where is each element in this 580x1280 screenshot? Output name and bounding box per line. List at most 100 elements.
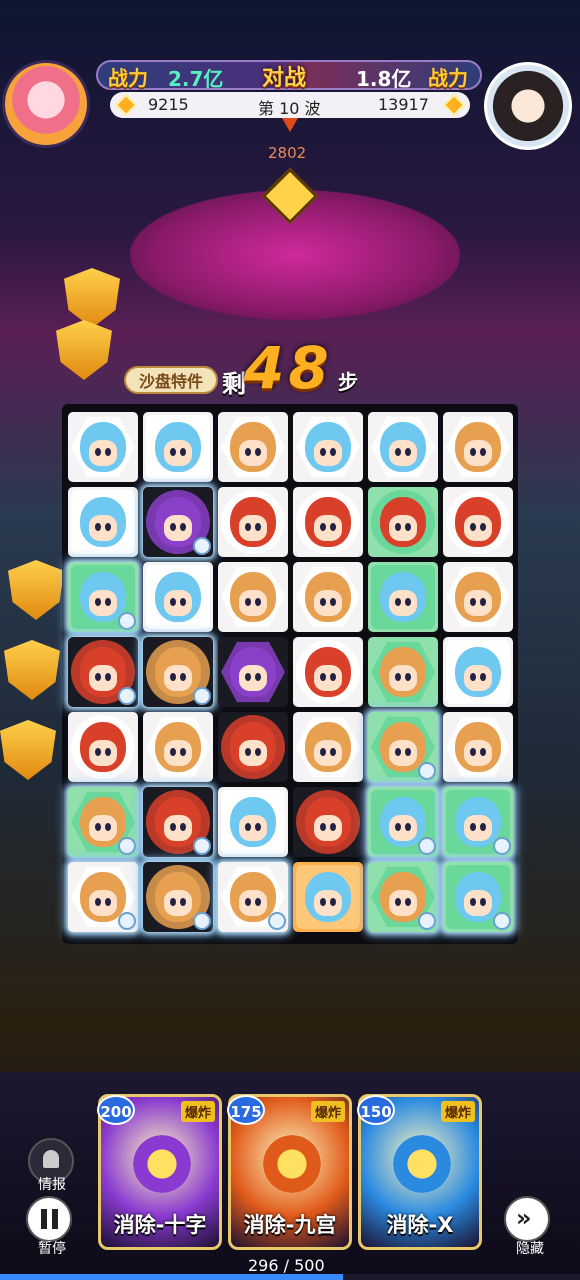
lightning-bomb-icon [193, 687, 211, 705]
monkey-icon [455, 422, 501, 472]
board-tile[interactable] [293, 862, 363, 932]
hide-button[interactable]: » [504, 1196, 550, 1242]
monkey-icon [305, 722, 351, 772]
board-tile[interactable] [443, 712, 513, 782]
board-tile[interactable] [443, 862, 513, 932]
lightning-bomb-icon [193, 537, 211, 555]
board-tile[interactable] [368, 487, 438, 557]
board-tile[interactable] [443, 787, 513, 857]
red-boy-icon [305, 497, 351, 547]
board-tile[interactable] [68, 787, 138, 857]
enemy-power-value: 1.8亿 [356, 67, 412, 91]
board-tile[interactable] [218, 787, 288, 857]
board-tile[interactable] [68, 487, 138, 557]
board-tile[interactable] [368, 862, 438, 932]
board-tile[interactable] [218, 862, 288, 932]
energy-progress-text: 296 / 500 [248, 1256, 325, 1275]
skill-card[interactable]: 150 爆炸消除-X [357, 1094, 482, 1250]
board-tile[interactable] [218, 712, 288, 782]
board-tile[interactable] [68, 862, 138, 932]
board-tile[interactable] [443, 637, 513, 707]
vs-label: 对战 [262, 66, 307, 91]
skill-tag: 爆炸 [310, 1101, 345, 1122]
board-tile[interactable] [143, 787, 213, 857]
skill-label: 消除-X [386, 1213, 454, 1237]
lightning-bomb-icon [418, 912, 436, 930]
lightning-bomb-icon [268, 912, 286, 930]
red-boy-icon [230, 722, 276, 772]
player-power-value: 2.7亿 [168, 67, 224, 91]
lightning-bomb-icon [118, 612, 136, 630]
board-tile[interactable] [368, 412, 438, 482]
blue-girl-icon [380, 572, 426, 622]
board-tile[interactable] [293, 637, 363, 707]
monkey-icon [455, 722, 501, 772]
blue-girl-icon [230, 797, 276, 847]
board-tile[interactable] [218, 412, 288, 482]
player-power-label: 战力 [108, 66, 148, 90]
board-tile[interactable] [443, 562, 513, 632]
wave-indicator-icon [282, 118, 298, 132]
steps-prefix: 剩 [222, 370, 246, 398]
shield-icon [64, 268, 120, 328]
skill-card[interactable]: 175 爆炸 消除-九宫 [227, 1094, 352, 1250]
board-tile[interactable] [443, 487, 513, 557]
board-tile[interactable] [218, 562, 288, 632]
skill-cost: 200 [97, 1095, 135, 1125]
lightning-bomb-icon [193, 912, 211, 930]
skill-label: 消除-十字 [113, 1213, 207, 1237]
board-tile[interactable] [68, 712, 138, 782]
board-tile[interactable] [218, 637, 288, 707]
player-avatar[interactable] [2, 60, 90, 148]
board-tile[interactable] [368, 712, 438, 782]
enemy-power-label: 战力 [428, 66, 468, 90]
red-boy-icon [455, 497, 501, 547]
skill-cost: 150 [357, 1095, 395, 1125]
pause-icon [52, 1209, 58, 1229]
board-tile[interactable] [443, 412, 513, 482]
skill-card[interactable]: 200 爆炸 消除-十字 [97, 1094, 222, 1250]
player-score: 9215 [148, 95, 189, 114]
lightning-bomb-icon [493, 837, 511, 855]
lightning-bomb-icon [493, 912, 511, 930]
board-tile[interactable] [368, 562, 438, 632]
board-tile[interactable] [368, 637, 438, 707]
match-board [62, 404, 518, 944]
skill-tag: 爆炸 [440, 1101, 475, 1122]
board-tile[interactable] [143, 487, 213, 557]
board-tile[interactable] [68, 637, 138, 707]
board-tile[interactable] [368, 787, 438, 857]
sandbox-feature-tag[interactable]: 沙盘特件 [124, 366, 218, 394]
red-boy-icon [80, 722, 126, 772]
purple-knight-icon [230, 647, 276, 697]
board-tile[interactable] [293, 787, 363, 857]
monkey-icon [230, 572, 276, 622]
enemy-score: 13917 [378, 95, 429, 114]
board-tile[interactable] [143, 637, 213, 707]
pause-icon [41, 1209, 47, 1229]
board-tile[interactable] [143, 712, 213, 782]
board-tile[interactable] [143, 562, 213, 632]
board-tile[interactable] [218, 487, 288, 557]
hide-label[interactable]: 隐藏 [516, 1238, 544, 1258]
enemy-avatar[interactable] [484, 62, 572, 150]
skull-bomb-icon [393, 1135, 451, 1193]
wave-subvalue: 2802 [268, 144, 307, 162]
board-tile[interactable] [293, 562, 363, 632]
board-tile[interactable] [143, 412, 213, 482]
lightning-bomb-icon [418, 762, 436, 780]
blue-girl-icon [80, 497, 126, 547]
monkey-icon [155, 722, 201, 772]
board-tile[interactable] [68, 562, 138, 632]
info-label[interactable]: 情报 [38, 1174, 66, 1194]
pause-button[interactable] [26, 1196, 72, 1242]
board-tile[interactable] [293, 487, 363, 557]
skill-cost: 175 [227, 1095, 265, 1125]
red-boy-icon [380, 497, 426, 547]
board-tile[interactable] [143, 862, 213, 932]
lightning-bomb-icon [118, 687, 136, 705]
board-tile[interactable] [293, 412, 363, 482]
board-tile[interactable] [68, 412, 138, 482]
pause-label[interactable]: 暂停 [38, 1238, 66, 1258]
board-tile[interactable] [293, 712, 363, 782]
